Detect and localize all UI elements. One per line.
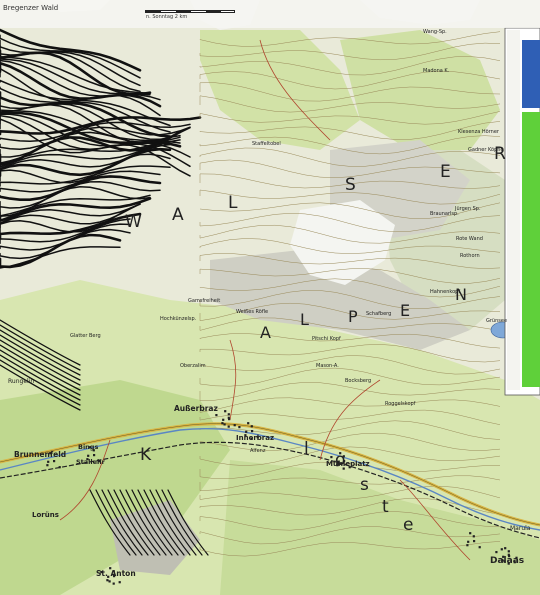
building <box>250 425 253 428</box>
building <box>245 430 248 433</box>
feature-label: Glatter Berg <box>70 333 101 339</box>
range-letter: E <box>400 301 410 320</box>
place-label[interactable]: Bings <box>78 443 98 451</box>
feature-label: Gamsfreiheit <box>188 298 220 304</box>
building <box>223 423 226 426</box>
feature-label: Gadner Köpfle <box>468 147 504 153</box>
building <box>472 535 475 538</box>
feature-label: Madona K. <box>423 68 450 74</box>
inset-panel <box>504 27 540 396</box>
building <box>93 454 96 457</box>
building <box>467 540 470 543</box>
building <box>222 418 225 421</box>
range-letter: L <box>300 310 309 329</box>
range-letter: K <box>140 445 152 465</box>
building <box>233 424 236 427</box>
building <box>251 430 254 433</box>
building <box>507 550 510 553</box>
building <box>473 540 476 543</box>
topographic-map[interactable]: W A L S E R A L P E N K l o s t e Außerb… <box>0 0 540 595</box>
place-label[interactable]: Außerbraz <box>174 404 218 413</box>
place-label[interactable]: Lorüns <box>32 511 59 519</box>
feature-label: Grünsee <box>486 318 507 324</box>
building <box>112 582 115 585</box>
range-letter: P <box>348 307 358 326</box>
range-letter: W <box>125 212 142 232</box>
building <box>215 414 218 417</box>
feature-label: Jürgen Sp. <box>454 206 481 212</box>
place-label[interactable]: Innerbraz <box>236 434 274 442</box>
range-letter: E <box>440 162 451 182</box>
range-letter: L <box>228 193 238 213</box>
feature-label: Mason-A. <box>316 363 339 369</box>
place-label[interactable]: Rungelin <box>8 378 34 385</box>
building <box>106 579 109 582</box>
building <box>46 464 49 467</box>
place-label[interactable]: Brunnenfeld <box>14 450 66 459</box>
scale-note: n. Sonntag 2 km <box>146 14 188 20</box>
feature-label: Schafberg <box>366 311 391 317</box>
building <box>118 581 121 584</box>
feature-label: Rote Wand <box>456 236 483 242</box>
place-label[interactable]: Dalaas <box>490 556 524 566</box>
place-label[interactable]: Marula <box>510 525 531 532</box>
range-letter: S <box>345 175 356 195</box>
feature-label: Alfenz <box>250 448 266 454</box>
feature-label: Staffeltobel <box>252 141 281 147</box>
building <box>58 466 61 469</box>
feature-label: Rothorn <box>460 253 480 259</box>
building <box>466 544 469 547</box>
scale-bar <box>145 10 235 13</box>
building <box>495 551 498 554</box>
building <box>227 416 230 419</box>
map-header: Bregenzer Wald n. Sonntag 2 km <box>0 0 540 28</box>
building <box>500 548 503 551</box>
building <box>478 546 481 549</box>
feature-label: Hochkünzelsp. <box>160 316 197 322</box>
feature-label: Hahnenkopf <box>430 289 460 295</box>
building <box>47 460 50 463</box>
building <box>224 410 227 413</box>
building <box>221 422 224 425</box>
building <box>330 456 333 459</box>
building <box>238 426 241 429</box>
place-label[interactable]: Mühleplatz <box>326 460 370 468</box>
range-letter: e <box>403 515 413 535</box>
building <box>227 425 230 428</box>
building <box>108 580 111 583</box>
feature-label: Bocksberg <box>345 378 371 384</box>
range-letter: t <box>382 497 389 517</box>
building <box>53 460 56 463</box>
building <box>504 547 507 550</box>
place-label[interactable]: St. Anton <box>96 569 136 578</box>
range-letter: l <box>304 439 309 459</box>
building <box>247 422 250 425</box>
place-label[interactable]: Stallehr <box>76 458 106 466</box>
feature-label: Klesenza Hörner <box>458 129 500 135</box>
building <box>227 413 230 416</box>
map-title: Bregenzer Wald <box>3 4 59 12</box>
feature-label: Wang-Sp. <box>423 29 447 35</box>
feature-label: Weißes Röfle <box>236 309 268 315</box>
range-letter: A <box>172 205 184 225</box>
feature-label: Oberzalim <box>180 363 206 369</box>
building <box>87 454 90 457</box>
range-letter: s <box>360 475 369 495</box>
feature-label: Roggelskopf <box>385 401 416 407</box>
feature-label: Pitschi Kopf <box>312 336 341 342</box>
building <box>469 532 472 535</box>
range-letter: A <box>260 323 271 342</box>
